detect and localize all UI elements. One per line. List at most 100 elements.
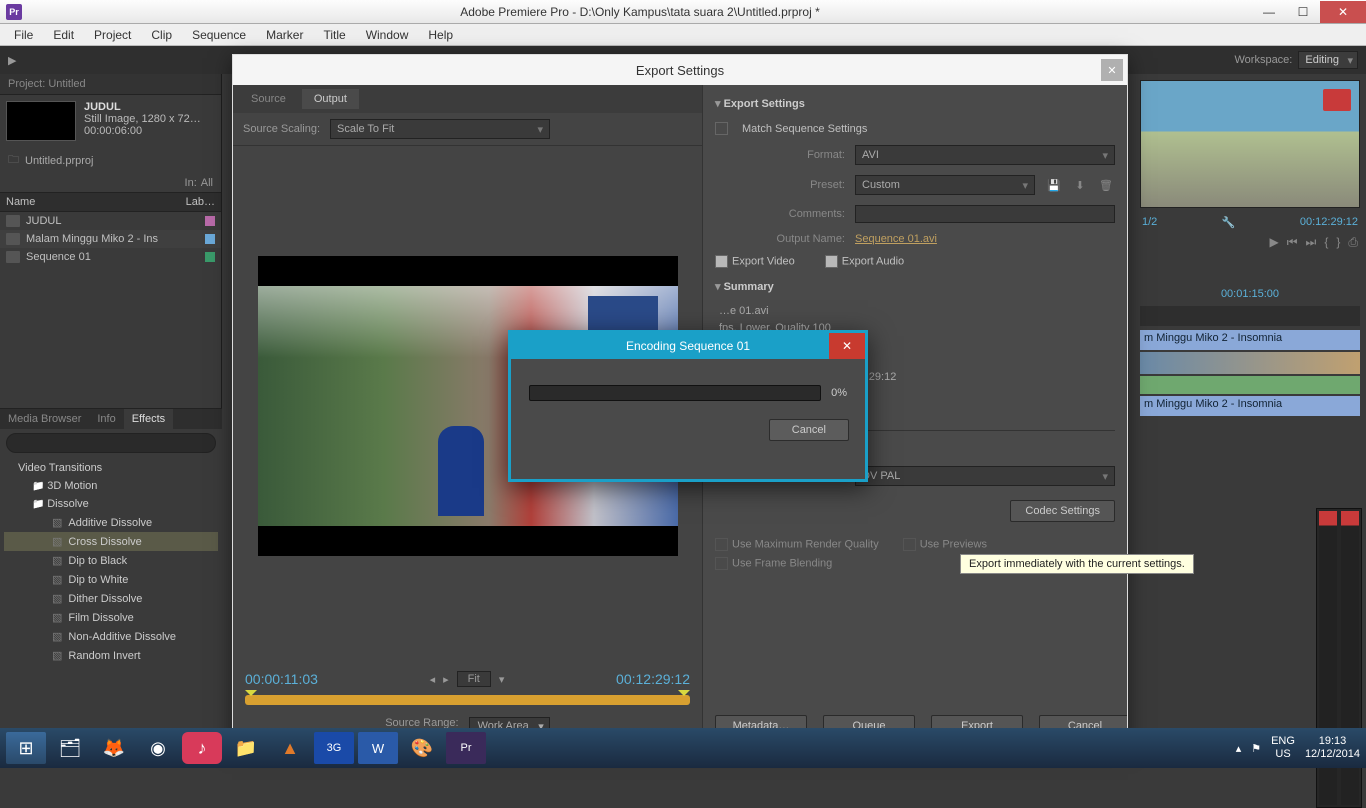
col-label[interactable]: Lab… (180, 193, 221, 211)
list-item[interactable]: Malam Minggu Miko 2 - Ins (0, 230, 221, 248)
step-back-icon[interactable]: ◂ (430, 673, 436, 686)
mark-in-icon[interactable]: { (1324, 235, 1328, 250)
taskbar-firefox-icon[interactable]: 🦊 (94, 732, 134, 764)
tree-folder[interactable]: Dissolve (4, 495, 218, 513)
preset-dropdown[interactable]: Custom (855, 175, 1035, 195)
video-clip-thumb[interactable] (1140, 352, 1360, 374)
effect-item[interactable]: Random Invert (4, 646, 218, 665)
menu-file[interactable]: File (6, 26, 41, 44)
effect-item[interactable]: Non-Additive Dissolve (4, 627, 218, 646)
effect-item[interactable]: Dither Dissolve (4, 589, 218, 608)
wrench-icon[interactable]: 🔧 (1222, 216, 1236, 229)
taskbar-chrome-icon[interactable]: ◉ (138, 732, 178, 764)
encoding-cancel-button[interactable]: Cancel (769, 419, 849, 441)
effect-item[interactable]: Dip to Black (4, 551, 218, 570)
bin-icon[interactable]: 🗀 (8, 151, 19, 170)
in-timecode[interactable]: 00:00:11:03 (245, 671, 318, 687)
menu-marker[interactable]: Marker (258, 26, 311, 44)
codec-settings-button[interactable]: Codec Settings (1010, 500, 1115, 522)
effect-item[interactable]: Film Dissolve (4, 608, 218, 627)
step-back-icon[interactable]: ⏮ (1287, 235, 1298, 250)
maximize-button[interactable] (1286, 1, 1320, 23)
format-dropdown[interactable]: AVI (855, 145, 1115, 165)
play-icon[interactable]: ▶ (1270, 235, 1279, 250)
step-fwd-icon[interactable]: ⏭ (1306, 235, 1317, 250)
effect-item[interactable]: Dip to White (4, 570, 218, 589)
tray-date[interactable]: 12/12/2014 (1305, 748, 1360, 761)
tab-source[interactable]: Source (239, 89, 298, 109)
program-preview[interactable] (1140, 80, 1360, 208)
program-scale[interactable]: 1/2 (1142, 216, 1157, 229)
selection-tool-icon[interactable]: ▶ (8, 54, 16, 67)
export-video-checkbox[interactable] (715, 255, 728, 268)
frame-blending-checkbox[interactable] (715, 557, 728, 570)
mark-out-icon[interactable]: } (1336, 235, 1340, 250)
audio-clip[interactable] (1140, 376, 1360, 394)
workspace-dropdown[interactable]: Editing (1298, 51, 1358, 69)
fit-dropdown[interactable]: Fit (457, 671, 491, 687)
menu-sequence[interactable]: Sequence (184, 26, 254, 44)
output-name-link[interactable]: Sequence 01.avi (855, 233, 1115, 245)
taskbar-folder-icon[interactable]: 📁 (226, 732, 266, 764)
menu-title[interactable]: Title (315, 26, 353, 44)
play-icon[interactable]: ▸ (443, 673, 449, 686)
tray-lang[interactable]: ENG (1271, 735, 1295, 748)
list-item[interactable]: JUDUL (0, 212, 221, 230)
use-previews-checkbox[interactable] (903, 538, 916, 551)
delete-preset-icon[interactable]: 🗑 (1097, 179, 1115, 192)
effects-search[interactable] (6, 433, 216, 453)
effect-item[interactable]: Additive Dissolve (4, 513, 218, 532)
taskbar-paint-icon[interactable]: 🎨 (402, 732, 442, 764)
taskbar-explorer-icon[interactable]: 🗂 (50, 732, 90, 764)
section-export-settings[interactable]: Export Settings (715, 93, 1115, 114)
label-swatch[interactable] (205, 252, 215, 262)
video-codec-dropdown[interactable]: DV PAL (855, 466, 1115, 486)
save-preset-icon[interactable]: 💾 (1045, 179, 1063, 192)
dialog-close-button[interactable]: ✕ (1101, 59, 1123, 81)
out-timecode[interactable]: 00:12:29:12 (616, 671, 690, 687)
col-name[interactable]: Name (0, 193, 180, 211)
video-clip[interactable]: m Minggu Miko 2 - Insomnia (1140, 330, 1360, 350)
match-sequence-checkbox[interactable] (715, 122, 728, 135)
taskbar-word-icon[interactable]: W (358, 732, 398, 764)
import-preset-icon[interactable]: ⬇ (1071, 179, 1089, 192)
tree-category[interactable]: Video Transitions (4, 459, 218, 477)
label-swatch[interactable] (205, 234, 215, 244)
menu-clip[interactable]: Clip (143, 26, 180, 44)
encoding-close-button[interactable]: ✕ (829, 333, 865, 359)
range-slider[interactable] (245, 695, 690, 705)
chevron-down-icon[interactable]: ▾ (499, 673, 505, 686)
menu-help[interactable]: Help (420, 26, 461, 44)
taskbar-3g-icon[interactable]: 3G (314, 732, 354, 764)
tab-info[interactable]: Info (89, 409, 123, 429)
comments-input[interactable] (855, 205, 1115, 223)
taskbar-premiere-icon[interactable]: Pr (446, 732, 486, 764)
menu-window[interactable]: Window (358, 26, 417, 44)
tray-kbd[interactable]: US (1271, 748, 1295, 761)
taskbar-vlc-icon[interactable]: ▲ (270, 732, 310, 764)
menu-edit[interactable]: Edit (45, 26, 82, 44)
list-item[interactable]: Sequence 01 (0, 248, 221, 266)
start-button[interactable]: ⊞ (6, 732, 46, 764)
tray-flag-icon[interactable]: ⚑ (1251, 742, 1261, 755)
video-clip[interactable]: m Minggu Miko 2 - Insomnia (1140, 396, 1360, 416)
max-quality-checkbox[interactable] (715, 538, 728, 551)
taskbar-itunes-icon[interactable]: ♪ (182, 732, 222, 764)
tab-effects[interactable]: Effects (124, 409, 173, 429)
timeline-ruler[interactable] (1140, 306, 1360, 326)
tab-media-browser[interactable]: Media Browser (0, 409, 89, 429)
section-summary[interactable]: Summary (715, 276, 1115, 297)
tree-folder[interactable]: 3D Motion (4, 477, 218, 495)
source-scaling-dropdown[interactable]: Scale To Fit (330, 119, 550, 139)
export-frame-icon[interactable]: ⎙ (1348, 235, 1358, 250)
menu-project[interactable]: Project (86, 26, 139, 44)
filter-in-value[interactable]: All (201, 177, 213, 189)
label-swatch[interactable] (205, 216, 215, 226)
export-audio-checkbox[interactable] (825, 255, 838, 268)
tray-up-icon[interactable]: ▴ (1236, 742, 1242, 755)
tray-time[interactable]: 19:13 (1305, 735, 1360, 748)
effect-item[interactable]: Cross Dissolve (4, 532, 218, 551)
close-window-button[interactable] (1320, 1, 1366, 23)
tab-output[interactable]: Output (302, 89, 359, 109)
minimize-button[interactable] (1252, 1, 1286, 23)
